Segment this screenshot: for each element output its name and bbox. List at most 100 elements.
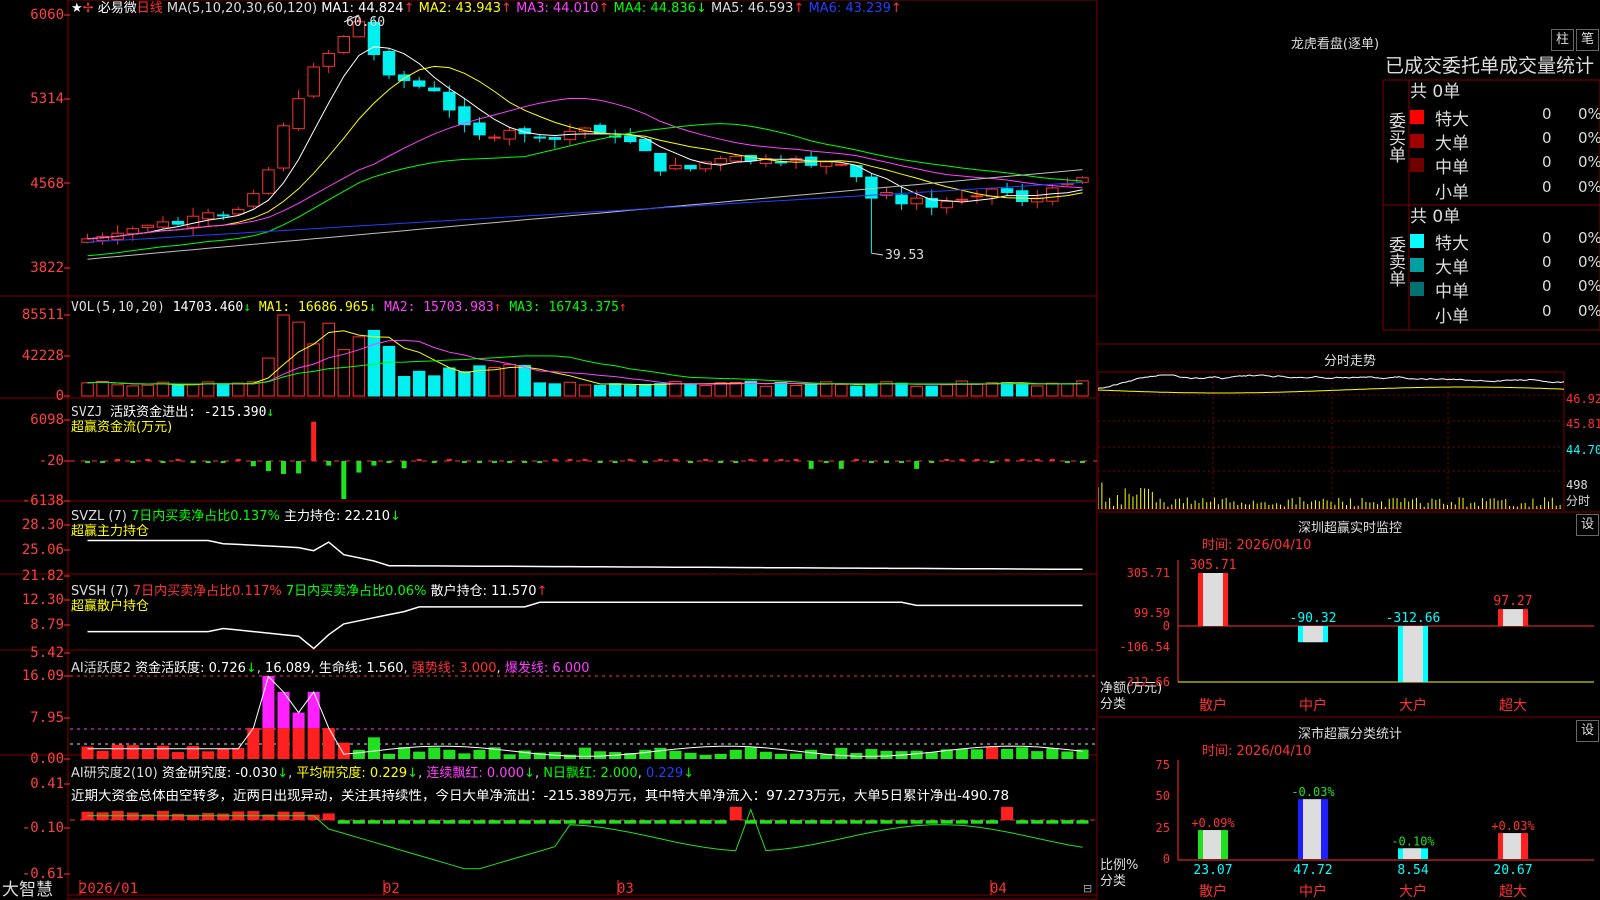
activity-bar	[187, 746, 200, 759]
research-bar	[458, 820, 471, 824]
class-category: 超大	[1499, 884, 1527, 900]
candle-body	[548, 136, 562, 140]
ai1-ytick: 16.09	[21, 668, 64, 684]
fund-flow-bar	[1079, 461, 1085, 463]
sell-row-xl-label: 特大	[1435, 234, 1469, 254]
activity-bar	[578, 747, 592, 759]
fund-flow-bar	[386, 461, 392, 463]
candle-body	[186, 215, 200, 228]
research-bar	[865, 820, 878, 824]
vol-ma3-arrow: ↑	[618, 300, 627, 315]
buy-swatch-xl	[1410, 110, 1424, 124]
buy-row-l-pct: 0%	[1578, 129, 1600, 147]
research-bar	[714, 820, 727, 824]
fund-flow-bar	[446, 459, 452, 461]
candle-body	[156, 221, 170, 228]
research-bar	[684, 820, 697, 824]
ai2-ytick: 0.41	[30, 776, 64, 792]
fund-flow-bar	[718, 461, 724, 463]
buy-swatch-l	[1410, 134, 1424, 148]
sell-row-s-label: 小单	[1435, 307, 1469, 327]
fund-flow-bar	[823, 461, 829, 463]
volume-bar	[759, 385, 773, 397]
buy-row-s-count: 0	[1542, 178, 1552, 196]
buy-label: 委买单	[1385, 112, 1405, 163]
activity-bar	[639, 749, 652, 759]
volume-bar	[1015, 383, 1029, 397]
class-title: 深市超赢分类统计	[1297, 727, 1402, 742]
candle-body	[1076, 177, 1089, 183]
fund-flow-bar	[235, 459, 241, 461]
vol-ma2-arrow: ↑	[493, 300, 502, 315]
right-panel-canvas: 305.7199.590-106.54-312.66305.71散户-90.32…	[1098, 79, 1600, 900]
svzl-header: SVZL (7) 7日内买卖净占比0.137% 主力持仓: 22.210↓	[71, 509, 401, 524]
monitor-settings-button[interactable]: 设	[1576, 514, 1599, 536]
vol-ma1-arrow: ↓	[368, 300, 377, 315]
research-bar	[217, 813, 230, 821]
candle-body	[322, 52, 335, 67]
star-icon[interactable]: ★	[71, 1, 83, 16]
bar-mode-button[interactable]: 柱	[1551, 29, 1574, 51]
ai1-desc: 资金活跃度: 0.726	[135, 661, 246, 676]
candle-body	[819, 161, 833, 167]
candle-body	[563, 130, 577, 141]
ma1-value: 44.824	[358, 1, 404, 16]
candle-body	[654, 152, 667, 172]
fund-flow-bar	[883, 461, 889, 463]
lock-icon[interactable]: ⊟	[1083, 881, 1092, 896]
svzj-header: SVZJ 活跃资金进出: -215.390↓	[71, 405, 274, 420]
stock-name[interactable]: 必易微	[98, 1, 137, 16]
class-value-label: 20.67	[1493, 863, 1532, 878]
volume-bar	[382, 345, 396, 397]
fund-flow-bar	[657, 459, 663, 461]
volume-bar	[337, 349, 351, 397]
volume-bar	[262, 357, 275, 397]
class-delta-label: -0.03%	[1291, 785, 1335, 799]
research-bar	[654, 820, 667, 824]
activity-bar	[156, 745, 169, 759]
research-bar	[171, 813, 185, 821]
candle-body	[382, 50, 396, 76]
fund-flow-bar	[748, 459, 754, 461]
chart-canvas[interactable]	[0, 0, 1098, 900]
sell-swatch-m	[1410, 282, 1424, 296]
fund-flow-bar	[250, 461, 256, 467]
fund-flow-bar	[959, 459, 965, 461]
ai1-l4: 强势线: 3.000	[411, 661, 497, 676]
class-category: 大户	[1399, 883, 1427, 900]
activity-bar	[699, 754, 712, 759]
activity-bar	[910, 750, 923, 759]
volume-bar	[970, 383, 984, 397]
vol-ytick: 42228	[21, 348, 64, 364]
tick-mode-button[interactable]: 笔	[1576, 29, 1599, 51]
period-label[interactable]: 日线	[137, 1, 163, 16]
class-settings-button[interactable]: 设	[1576, 720, 1599, 742]
volume-bar	[186, 384, 200, 397]
monitor-value-label: 305.71	[1190, 558, 1237, 573]
ma-param: MA(5,10,20,30,60,120)	[166, 1, 318, 16]
svsh-ytick: 8.79	[30, 617, 64, 633]
activity-bar	[759, 751, 772, 759]
monitor-value-label: -90.32	[1290, 611, 1337, 626]
candle-body	[337, 35, 351, 53]
volume-bar	[171, 384, 185, 397]
fund-flow-bar	[371, 461, 377, 466]
fund-flow-bar	[281, 461, 287, 474]
activity-bar	[880, 750, 893, 759]
volume-bar	[96, 380, 109, 397]
candle-body	[669, 164, 682, 170]
candle-body	[141, 224, 155, 229]
fund-flow-bar	[492, 461, 498, 463]
svsh-ytick: 5.42	[30, 645, 64, 661]
buy-row-l-count: 0	[1542, 129, 1552, 147]
activity-bar	[413, 751, 426, 759]
candle-body	[412, 80, 426, 87]
monitor-title: 深圳超赢实时监控	[1297, 521, 1402, 536]
ma2-arrow: ↑	[501, 1, 512, 16]
svzl-label: SVZL (7)	[71, 509, 127, 524]
vol-label: VOL(5,10,20)	[71, 300, 165, 315]
class-ylabel: 比例%	[1100, 858, 1139, 873]
vol-ytick: 85511	[21, 307, 64, 323]
research-bar	[398, 820, 411, 824]
activity-bar-burst	[262, 676, 275, 729]
